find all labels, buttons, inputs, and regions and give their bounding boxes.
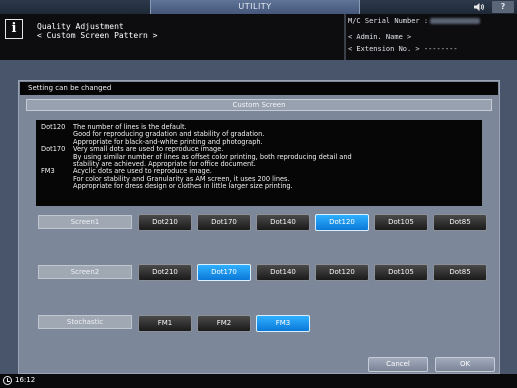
description-key: Dot120 xyxy=(41,123,66,131)
extension-label: < Extension No. > xyxy=(348,45,420,53)
serial-number-label: M/C Serial Number : xyxy=(348,17,429,25)
speaker-icon[interactable] xyxy=(469,1,489,13)
stochastic-option-fm2[interactable]: FM2 xyxy=(197,315,251,332)
screen2-option-dot140[interactable]: Dot140 xyxy=(256,264,310,281)
description-key: FM3 xyxy=(41,167,55,176)
description-key: Dot170 xyxy=(41,145,66,154)
screen2-option-dot85[interactable]: Dot85 xyxy=(433,264,487,281)
speaker-icon-glyph xyxy=(474,3,484,11)
screen2-option-dot170[interactable]: Dot170 xyxy=(197,264,251,281)
screen2-option-dot120[interactable]: Dot120 xyxy=(315,264,369,281)
clock-icon xyxy=(3,376,12,385)
serial-number-line: M/C Serial Number : xyxy=(348,17,481,25)
screen2-option-dot105[interactable]: Dot105 xyxy=(374,264,428,281)
screen1-option-dot120[interactable]: Dot120 xyxy=(315,214,369,231)
extension-line: < Extension No. > -------- xyxy=(348,45,458,53)
stochastic-label: Stochastic xyxy=(38,315,132,329)
utility-tab[interactable]: UTILITY xyxy=(150,0,360,14)
screen1-option-dot105[interactable]: Dot105 xyxy=(374,214,428,231)
stochastic-option-fm1[interactable]: FM1 xyxy=(138,315,192,332)
screen1-option-dot140[interactable]: Dot140 xyxy=(256,214,310,231)
info-icon: i xyxy=(5,19,23,39)
extension-value: -------- xyxy=(423,45,458,53)
page-title-line2: < Custom Screen Pattern > xyxy=(37,31,158,40)
page-title-line1: Quality Adjustment xyxy=(37,22,124,31)
ok-button[interactable]: OK xyxy=(435,357,495,372)
description-row: Appropriate for dress design or clothes … xyxy=(41,182,477,191)
screen1-label: Screen1 xyxy=(38,215,132,229)
description-text: Appropriate for dress design or clothes … xyxy=(73,182,293,191)
admin-name-label: < Admin. Name > xyxy=(348,33,412,41)
screen2-label: Screen2 xyxy=(38,265,132,279)
help-button[interactable]: ? xyxy=(492,1,514,13)
screen2-option-dot210[interactable]: Dot210 xyxy=(138,264,192,281)
footer-bar xyxy=(0,374,517,388)
screen1-option-dot210[interactable]: Dot210 xyxy=(138,214,192,231)
screen1-option-dot170[interactable]: Dot170 xyxy=(197,214,251,231)
status-message: Setting can be changed xyxy=(20,82,498,95)
section-title: Custom Screen xyxy=(26,99,492,111)
stochastic-option-fm3[interactable]: FM3 xyxy=(256,315,310,332)
cancel-button[interactable]: Cancel xyxy=(368,357,428,372)
screen1-option-dot85[interactable]: Dot85 xyxy=(433,214,487,231)
page-title: Quality Adjustment < Custom Screen Patter… xyxy=(37,22,157,40)
clock-time: 16:12 xyxy=(15,376,36,384)
serial-number-value xyxy=(430,18,481,24)
description-box: Dot120 The number of lines is the default… xyxy=(36,120,482,206)
